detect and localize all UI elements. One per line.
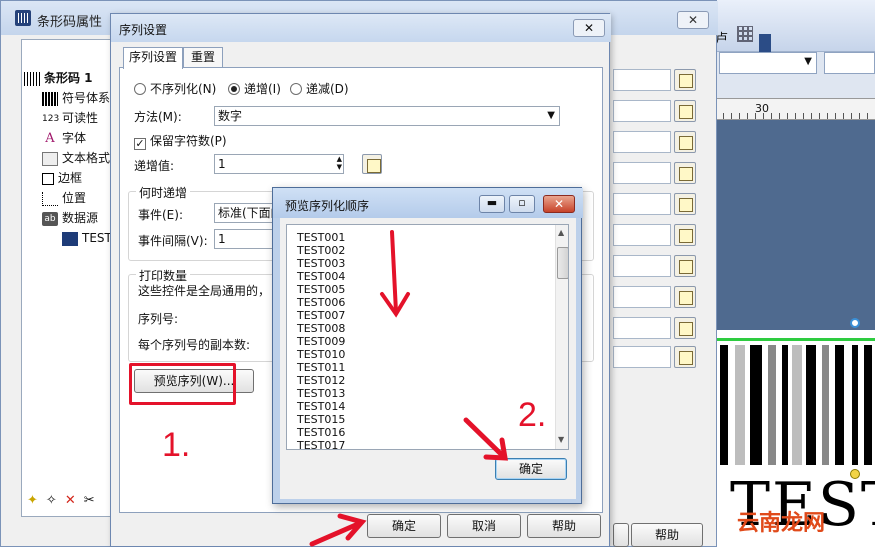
arrow-down-annotation: [380, 230, 410, 318]
step-2-label: 2.: [518, 396, 547, 434]
step-1-label: 1.: [162, 426, 191, 464]
arrow-ok-annotation: [463, 417, 508, 461]
tab-serialize[interactable]: 序列设置: [123, 47, 183, 69]
arrow-bottom-annotation: [309, 513, 367, 547]
annotation-layer: [309, 230, 508, 547]
